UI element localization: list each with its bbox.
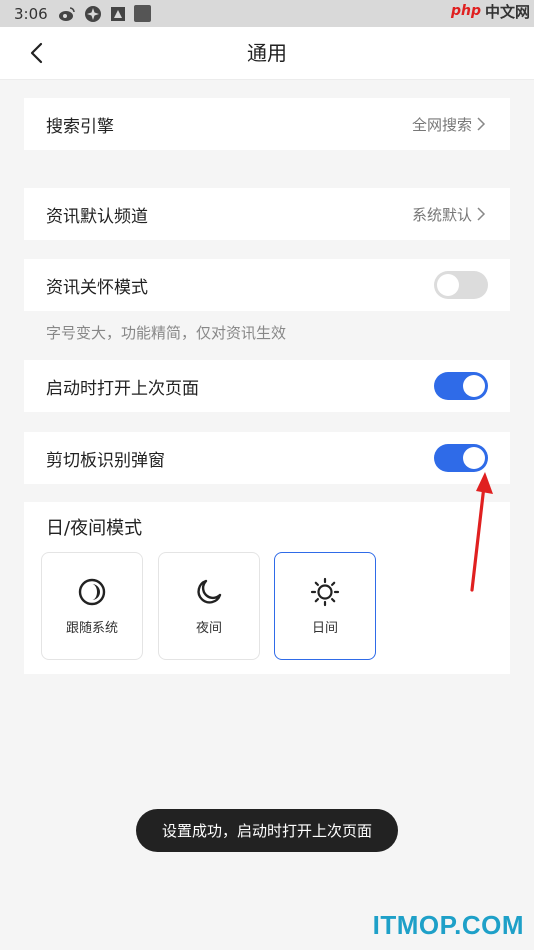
watermark-text: 中文网 xyxy=(484,2,530,21)
theme-option-day[interactable]: 日间 xyxy=(274,552,376,660)
chevron-right-icon xyxy=(477,207,486,221)
chevron-left-icon[interactable] xyxy=(26,41,50,65)
theme-option-night[interactable]: 夜间 xyxy=(158,552,260,660)
restore-last-page-row: 启动时打开上次页面 xyxy=(24,360,510,412)
theme-title: 日/夜间模式 xyxy=(46,518,143,539)
sun-icon xyxy=(310,577,340,606)
search-engine-card: 搜索引擎 全网搜索 xyxy=(24,98,510,150)
theme-option-label: 夜间 xyxy=(195,620,222,636)
watermark-bottom: ITMOP.COM xyxy=(372,910,524,940)
news-channel-value: 系统默认 xyxy=(411,205,472,224)
restore-last-page-card: 启动时打开上次页面 xyxy=(24,360,510,412)
care-mode-card: 资讯关怀模式 xyxy=(24,259,510,311)
news-channel-label: 资讯默认频道 xyxy=(46,206,148,227)
watermark-brand: php xyxy=(450,3,481,19)
toggle-knob xyxy=(437,274,459,296)
image-icon xyxy=(110,6,126,22)
news-channel-row[interactable]: 资讯默认频道 系统默认 xyxy=(24,188,510,240)
news-channel-value-group: 系统默认 xyxy=(412,204,488,225)
watermark-top: php 中文网 xyxy=(451,0,530,22)
care-mode-label: 资讯关怀模式 xyxy=(46,277,148,298)
search-engine-label: 搜索引擎 xyxy=(46,116,114,137)
theme-option-label: 跟随系统 xyxy=(65,620,118,636)
search-engine-value: 全网搜索 xyxy=(411,115,472,134)
theme-option-follow-system[interactable]: 跟随系统 xyxy=(41,552,143,660)
half-circle-icon xyxy=(78,578,106,605)
news-channel-card: 资讯默认频道 系统默认 xyxy=(24,188,510,240)
weibo-icon xyxy=(58,6,76,22)
toggle-knob xyxy=(463,447,485,469)
care-mode-hint: 字号变大，功能精简，仅对资讯生效 xyxy=(46,324,287,342)
restore-last-page-label: 启动时打开上次页面 xyxy=(46,378,199,399)
toggle-knob xyxy=(463,375,485,397)
moon-icon xyxy=(197,579,222,604)
status-time: 3:06 xyxy=(14,4,48,23)
clipboard-popup-row: 剪切板识别弹窗 xyxy=(24,432,510,484)
chevron-right-icon xyxy=(477,117,486,131)
search-engine-value-group: 全网搜索 xyxy=(412,114,488,135)
search-engine-row[interactable]: 搜索引擎 全网搜索 xyxy=(24,98,510,150)
clipboard-popup-card: 剪切板识别弹窗 xyxy=(24,432,510,484)
page-title: 通用 xyxy=(247,41,287,65)
header: 通用 xyxy=(0,27,534,80)
annotation-arrow-icon xyxy=(470,472,493,592)
theme-option-label: 日间 xyxy=(311,620,338,636)
toast-message: 设置成功，启动时打开上次页面 xyxy=(136,809,398,852)
browser-icon xyxy=(84,5,102,23)
care-mode-toggle[interactable] xyxy=(434,271,488,299)
square-icon xyxy=(133,5,151,22)
restore-last-page-toggle[interactable] xyxy=(434,372,488,400)
clipboard-popup-label: 剪切板识别弹窗 xyxy=(46,450,165,471)
care-mode-row: 资讯关怀模式 xyxy=(24,259,510,311)
